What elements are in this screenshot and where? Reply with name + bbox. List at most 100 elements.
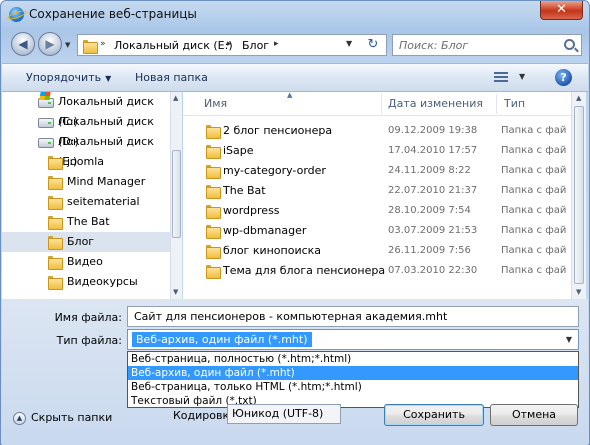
file-row[interactable]: my-category-order 24.11.2009 8:22 Папка … [183, 161, 577, 181]
file-row[interactable]: wp-dbmanager 03.07.2009 21:53 Папка с фа… [183, 221, 577, 241]
folder-icon [206, 204, 221, 219]
file-date: 07.03.2010 22:30 [388, 265, 478, 276]
tree-item-video-courses[interactable]: Видеокурсы [2, 272, 170, 292]
sort-ascending-icon: ▲ [287, 92, 293, 99]
breadcrumb-separator-icon[interactable]: » [100, 39, 106, 49]
internet-explorer-icon [9, 7, 24, 22]
filetype-select[interactable]: Веб-архив, один файл (*.mht) ▼ [127, 329, 579, 350]
forward-arrow-icon: ▶ [45, 37, 55, 51]
file-row[interactable]: wordpress 28.10.2009 7:54 Папка с фай [183, 201, 577, 221]
tree-item-the-bat[interactable]: The Bat [2, 212, 170, 232]
filetype-option[interactable]: Веб-страница, полностью (*.htm;*.html) [128, 352, 578, 366]
file-list-scrollbar[interactable]: ▲ ▼ [571, 92, 586, 299]
tree-item-label: Видеокурсы [67, 275, 138, 288]
cancel-button[interactable]: Отмена [490, 404, 578, 426]
scroll-down-icon[interactable]: ▼ [576, 288, 581, 296]
file-name: 2 блог пенсионера [223, 124, 333, 137]
column-header-type[interactable]: Тип [504, 97, 525, 110]
new-folder-button[interactable]: Новая папка [135, 71, 208, 84]
file-name: wp-dbmanager [223, 224, 307, 237]
organize-button[interactable]: Упорядочить ▼ [26, 71, 111, 84]
tree-item-drive-d[interactable]: Локальный диск (D:) [2, 112, 170, 148]
scroll-thumb[interactable] [172, 150, 181, 238]
file-row[interactable]: The Bat 22.07.2010 21:37 Папка с фай [183, 181, 577, 201]
column-divider[interactable] [381, 94, 382, 114]
tree-item-drive-e[interactable]: Локальный диск (E:) [2, 132, 170, 168]
tree-item-seitematerial[interactable]: seitematerial [2, 192, 170, 212]
file-name: wordpress [223, 204, 280, 217]
folder-icon [206, 144, 221, 159]
scroll-thumb[interactable] [574, 106, 584, 284]
save-button[interactable]: Сохранить [384, 404, 484, 426]
navigation-scrollbar[interactable]: ▲ ▼ [170, 92, 182, 299]
file-row[interactable]: iSape 17.04.2010 17:57 Папка с фай [183, 141, 577, 161]
file-row[interactable]: Тема для блога пенсионера 07.03.2010 22:… [183, 261, 577, 281]
tree-item-video[interactable]: Видео [2, 252, 170, 272]
navigation-pane[interactable]: Локальный диск (C:) Локальный диск (D:) … [2, 92, 182, 299]
tree-item-label: Блог [67, 235, 95, 248]
filename-input[interactable]: Сайт для пенсионеров - компьютерная акад… [127, 306, 579, 327]
file-row[interactable]: блог кинопоиска 26.11.2009 7:56 Папка с … [183, 241, 577, 261]
title-bar[interactable]: Сохранение веб-страницы ✕ [1, 1, 589, 27]
folder-icon [48, 255, 63, 270]
help-icon[interactable]: ? [555, 69, 572, 86]
address-dropdown-icon[interactable]: ▼ [346, 39, 352, 48]
folder-icon [206, 244, 221, 259]
drive-icon [38, 118, 54, 128]
tree-item-joomla[interactable]: joomla [2, 152, 170, 172]
scroll-down-icon[interactable]: ▼ [173, 288, 178, 296]
file-list-pane[interactable]: ▲ Имя Дата изменения Тип 2 блог пенсионе… [183, 92, 577, 299]
chevron-down-icon: ▼ [565, 335, 572, 344]
breadcrumb-separator-icon[interactable]: ▸ [227, 39, 232, 49]
file-type: Папка с фай [501, 185, 567, 196]
tree-item-label: seitematerial [67, 195, 140, 208]
views-icon[interactable] [494, 72, 508, 84]
file-date: 09.12.2009 19:38 [388, 125, 478, 136]
folder-icon [83, 39, 98, 54]
search-icon[interactable] [564, 39, 575, 50]
file-type: Папка с фай [501, 225, 567, 236]
recent-pages-dropdown-icon[interactable]: ▼ [65, 41, 70, 49]
tree-item-blog[interactable]: Блог [2, 232, 170, 252]
filetype-dropdown-list[interactable]: Веб-страница, полностью (*.htm;*.html) В… [127, 351, 579, 408]
drive-icon [38, 138, 54, 148]
breadcrumb-drive-e[interactable]: Локальный диск (E:) [114, 39, 233, 52]
file-type: Папка с фай [501, 125, 567, 136]
tree-item-mind-manager[interactable]: Mind Manager [2, 172, 170, 192]
file-type: Папка с фай [501, 145, 567, 156]
folder-icon [48, 155, 63, 170]
search-input[interactable]: Поиск: Блог [392, 34, 582, 56]
file-name: Тема для блога пенсионера [223, 264, 386, 277]
filetype-option[interactable]: Веб-страница, только HTML (*.htm;*.html) [128, 380, 578, 394]
save-dialog-window: Сохранение веб-страницы ✕ ◀ ▶ ▼ » Локаль… [0, 0, 590, 445]
close-button[interactable]: ✕ [540, 1, 583, 20]
hide-folders-label: Скрыть папки [31, 411, 113, 424]
file-type: Папка с фай [501, 205, 567, 216]
scroll-up-icon[interactable]: ▲ [576, 94, 581, 102]
column-header-name[interactable]: Имя [204, 97, 227, 110]
folder-icon [206, 124, 221, 139]
address-bar[interactable]: » Локальный диск (E:) ▸ Блог ▸ [77, 34, 387, 56]
forward-button[interactable]: ▶ [38, 32, 62, 56]
folder-icon [206, 264, 221, 279]
filetype-option-selected[interactable]: Веб-архив, один файл (*.mht) [128, 366, 578, 380]
tree-item-drive-c[interactable]: Локальный диск (C:) [2, 92, 170, 128]
file-date: 26.11.2009 7:56 [388, 245, 471, 256]
encoding-select[interactable]: Юникод (UTF-8) [227, 404, 341, 424]
file-row[interactable]: 2 блог пенсионера 09.12.2009 19:38 Папка… [183, 121, 577, 141]
file-type: Папка с фай [501, 265, 567, 276]
back-button[interactable]: ◀ [11, 32, 35, 56]
views-dropdown-icon[interactable]: ▼ [519, 72, 525, 81]
column-divider[interactable] [496, 94, 497, 114]
column-header-date[interactable]: Дата изменения [388, 97, 483, 110]
column-header-row: ▲ Имя Дата изменения Тип [183, 92, 577, 116]
breadcrumb-blog[interactable]: Блог [242, 39, 269, 52]
scroll-up-icon[interactable]: ▲ [173, 94, 178, 102]
window-title: Сохранение веб-страницы [29, 7, 197, 21]
file-date: 24.11.2009 8:22 [388, 165, 471, 176]
tree-item-label: joomla [67, 155, 105, 168]
folder-icon [48, 195, 63, 210]
breadcrumb-separator-icon[interactable]: ▸ [274, 39, 279, 49]
tree-item-label: The Bat [67, 215, 110, 228]
refresh-icon[interactable]: ↻ [363, 35, 383, 55]
